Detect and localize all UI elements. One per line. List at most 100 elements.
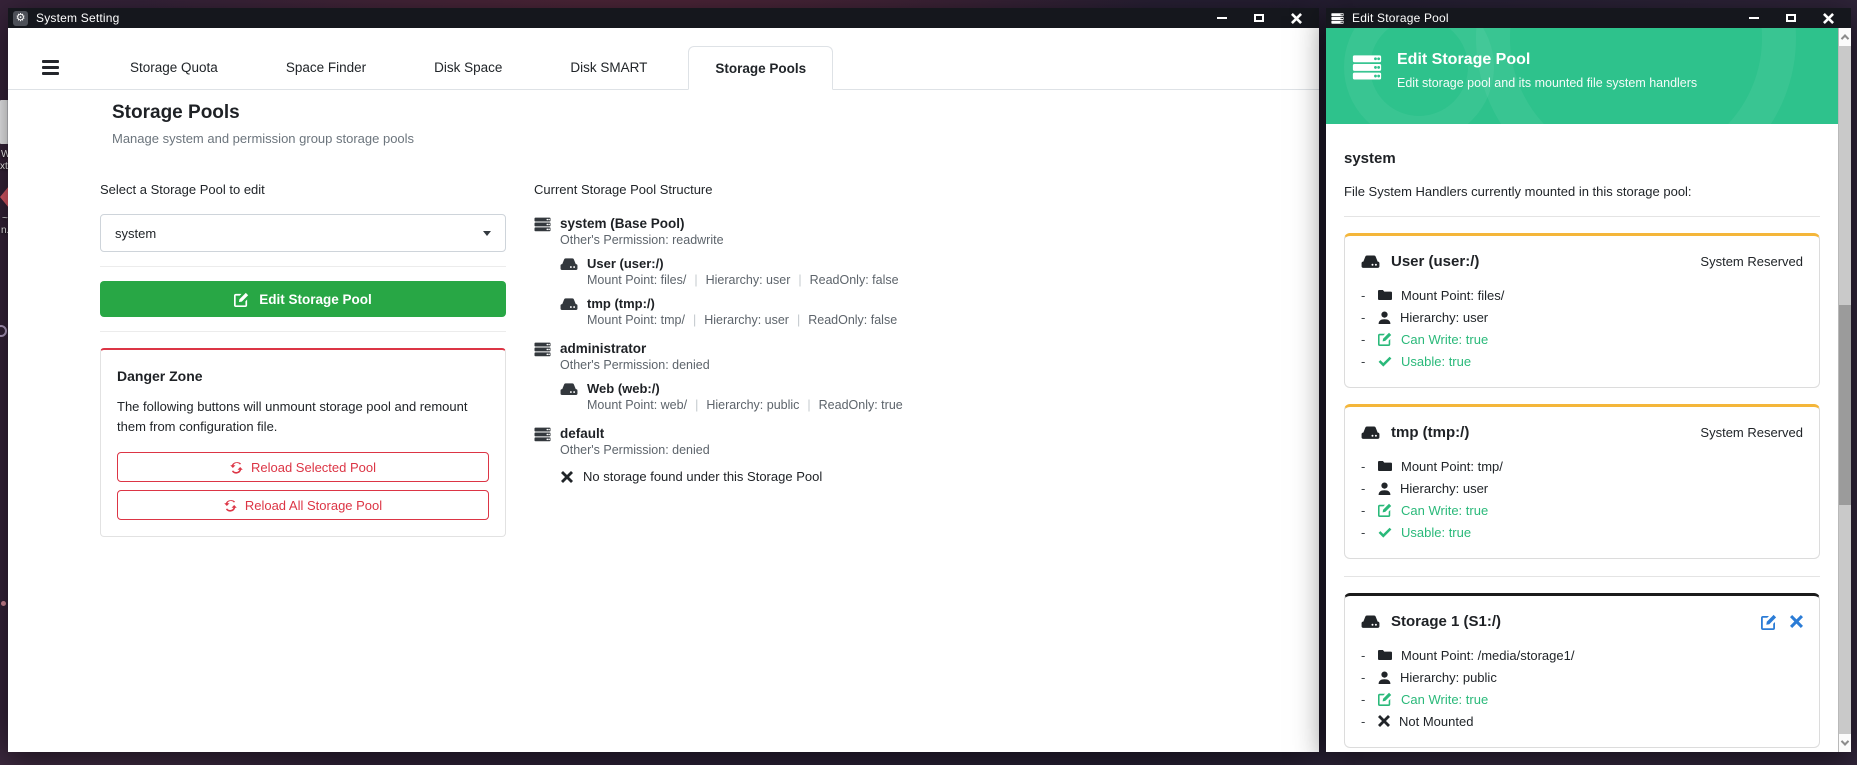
pool-structure-panel: Current Storage Pool Structure system (B… — [534, 182, 1254, 497]
server-icon — [1331, 12, 1344, 25]
empty-pool-message: No storage found under this Storage Pool — [561, 469, 1254, 484]
window-controls — [1747, 11, 1841, 25]
user-icon — [1378, 311, 1391, 324]
desktop-dot-icon — [1, 601, 6, 606]
scroll-down-button[interactable] — [1839, 734, 1851, 752]
storage-pools-page: Storage Pools Manage system and permissi… — [8, 90, 1319, 752]
edit-icon — [1378, 332, 1392, 346]
minimize-icon — [1217, 17, 1227, 19]
handler-property: -Hierarchy: user — [1361, 477, 1803, 499]
close-button[interactable] — [1289, 11, 1303, 25]
edit-handler-button[interactable] — [1761, 614, 1777, 630]
close-icon — [1291, 13, 1302, 24]
edit-icon — [1378, 692, 1392, 706]
close-button[interactable] — [1821, 11, 1835, 25]
handler-card-storage1: Storage 1 (S1:/) -Mount Point: /media/st… — [1344, 593, 1820, 748]
storage-node: tmp (tmp:/) Mount Point: tmp/|Hierarchy:… — [560, 297, 1254, 328]
pool-select[interactable]: system — [100, 214, 506, 252]
system-reserved-badge: System Reserved — [1700, 254, 1803, 269]
handler-name: User (user:/) — [1391, 253, 1479, 270]
storage-name: Web (web:/) — [587, 382, 903, 396]
menu-button[interactable] — [30, 45, 70, 89]
storage-icon — [560, 297, 578, 311]
chevron-up-icon — [1841, 34, 1849, 42]
folder-icon — [1378, 460, 1392, 472]
caret-down-icon — [483, 231, 491, 236]
maximize-button[interactable] — [1252, 11, 1266, 25]
close-icon — [1823, 13, 1834, 24]
window-title: System Setting — [36, 11, 120, 25]
x-icon — [1378, 715, 1390, 727]
server-icon — [534, 342, 551, 357]
handler-card-user: User (user:/) System Reserved -Mount Poi… — [1344, 233, 1820, 388]
pool-select-value: system — [115, 226, 156, 241]
minimize-button[interactable] — [1215, 11, 1229, 25]
handler-property: -Mount Point: tmp/ — [1361, 455, 1803, 477]
pool-node-administrator: administrator Other's Permission: denied… — [534, 341, 1254, 413]
tab-disk-smart[interactable]: Disk SMART — [543, 45, 674, 89]
header-title: Edit Storage Pool — [1397, 51, 1697, 69]
desktop-ring-icon — [0, 325, 7, 337]
scrollbar-thumb[interactable] — [1839, 305, 1851, 505]
minimize-button[interactable] — [1747, 11, 1761, 25]
user-icon — [1378, 482, 1391, 495]
maximize-button[interactable] — [1784, 11, 1798, 25]
user-icon — [1378, 671, 1391, 684]
divider — [100, 331, 506, 332]
handler-card-tmp: tmp (tmp:/) System Reserved -Mount Point… — [1344, 404, 1820, 559]
titlebar: Edit Storage Pool — [1326, 8, 1851, 28]
reload-all-pools-button[interactable]: Reload All Storage Pool — [117, 490, 489, 520]
tab-storage-quota[interactable]: Storage Quota — [103, 45, 245, 89]
server-icon — [1352, 54, 1382, 81]
storage-details: Mount Point: web/|Hierarchy: public|Read… — [587, 397, 903, 413]
handler-property: -Mount Point: files/ — [1361, 284, 1803, 306]
pool-permission: Other's Permission: denied — [560, 442, 710, 458]
tab-space-finder[interactable]: Space Finder — [259, 45, 393, 89]
reload-selected-pool-button[interactable]: Reload Selected Pool — [117, 452, 489, 482]
handler-property: -Can Write: true — [1361, 688, 1803, 710]
page-subtitle: Manage system and permission group stora… — [112, 131, 414, 146]
edit-storage-pool-button[interactable]: Edit Storage Pool — [100, 281, 506, 317]
storage-icon — [1361, 425, 1380, 440]
desktop-icon-label: xt — [0, 162, 8, 172]
remove-handler-button[interactable] — [1790, 615, 1803, 628]
storage-name: User (user:/) — [587, 257, 899, 271]
handler-property: -Mount Point: /media/storage1/ — [1361, 644, 1803, 666]
storage-details: Mount Point: files/|Hierarchy: user|Read… — [587, 272, 899, 288]
window-title: Edit Storage Pool — [1352, 11, 1449, 25]
scroll-up-button[interactable] — [1839, 28, 1851, 46]
handlers-description: File System Handlers currently mounted i… — [1344, 184, 1820, 199]
gear-icon: ⚙ — [13, 11, 28, 26]
divider — [100, 266, 506, 267]
tab-storage-pools[interactable]: Storage Pools — [688, 46, 833, 90]
scrollbar[interactable] — [1838, 28, 1851, 752]
pool-edit-panel: Select a Storage Pool to edit system Edi… — [100, 182, 506, 537]
tab-disk-space[interactable]: Disk Space — [407, 45, 529, 89]
server-icon — [534, 427, 551, 442]
chevron-down-icon — [1841, 737, 1849, 745]
system-reserved-badge: System Reserved — [1700, 425, 1803, 440]
x-icon — [561, 471, 573, 483]
danger-zone-description: The following buttons will unmount stora… — [117, 397, 489, 437]
handler-property: -Hierarchy: public — [1361, 666, 1803, 688]
storage-icon — [560, 257, 578, 271]
maximize-icon — [1254, 14, 1264, 22]
edit-pool-header: Edit Storage Pool Edit storage pool and … — [1326, 28, 1838, 124]
desktop-icon-label: ~ — [2, 214, 8, 224]
pool-name: default — [560, 426, 710, 441]
storage-node: Web (web:/) Mount Point: web/|Hierarchy:… — [560, 382, 1254, 413]
pool-name: system (Base Pool) — [560, 216, 724, 231]
folder-icon — [1378, 649, 1392, 661]
check-icon — [1378, 356, 1392, 367]
handler-property: -Can Write: true — [1361, 499, 1803, 521]
handler-property: -Hierarchy: user — [1361, 306, 1803, 328]
tab-bar: Storage Quota Space Finder Disk Space Di… — [8, 28, 1319, 90]
header-subtitle: Edit storage pool and its mounted file s… — [1397, 76, 1697, 90]
handler-property: -Not Mounted — [1361, 710, 1803, 732]
storage-icon — [1361, 614, 1380, 629]
handler-property: -Can Write: true — [1361, 328, 1803, 350]
storage-icon — [1361, 254, 1380, 269]
storage-icon — [560, 382, 578, 396]
refresh-icon — [224, 499, 237, 512]
storage-details: Mount Point: tmp/|Hierarchy: user|ReadOn… — [587, 312, 897, 328]
